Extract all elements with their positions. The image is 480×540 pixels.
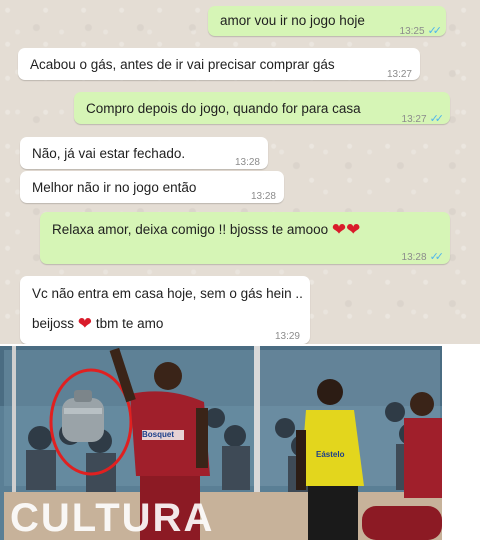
banner-text: CULTURA bbox=[10, 496, 215, 540]
message-bubble-incoming[interactable]: Vc não entra em casa hoje, sem o gás hei… bbox=[20, 276, 310, 344]
read-ticks-icon: ✓✓ bbox=[427, 25, 443, 37]
message-bubble-incoming[interactable]: Melhor não ir no jogo então 13:28 bbox=[20, 171, 284, 203]
message-timestamp: 13:27 bbox=[386, 69, 412, 80]
message-timestamp: 13:29 bbox=[274, 331, 300, 342]
message-text: Não, já vai estar fechado. bbox=[32, 146, 186, 161]
message-bubble-outgoing[interactable]: Compro depois do jogo, quando for para c… bbox=[74, 92, 450, 125]
message-timestamp: 13:28 bbox=[234, 157, 260, 168]
message-bubble-outgoing[interactable]: Relaxa amor, deixa comigo !! bjosss te a… bbox=[40, 212, 450, 264]
message-timestamp: 13:25 ✓✓ bbox=[399, 25, 443, 37]
message-text: Relaxa amor, deixa comigo !! bjosss te a… bbox=[52, 220, 361, 239]
message-timestamp: 13:28 bbox=[250, 191, 276, 202]
read-ticks-icon: ✓✓ bbox=[429, 251, 445, 263]
message-timestamp: 13:28 ✓✓ bbox=[401, 251, 445, 263]
chat-screenshot: amor vou ir no jogo hoje 13:25 ✓✓ Acabou … bbox=[0, 0, 480, 344]
message-text: Compro depois do jogo, quando for para c… bbox=[86, 101, 361, 116]
message-text: Melhor não ir no jogo então bbox=[32, 180, 197, 195]
message-bubble-incoming[interactable]: Acabou o gás, antes de ir vai precisar c… bbox=[18, 48, 420, 80]
jersey-sponsor-text: Bosquet bbox=[142, 430, 174, 439]
panel-post bbox=[254, 346, 260, 496]
message-bubble-incoming[interactable]: Não, já vai estar fechado. 13:28 bbox=[20, 137, 268, 169]
image-border bbox=[442, 346, 480, 540]
message-timestamp: 13:27 ✓✓ bbox=[401, 113, 445, 125]
message-text: Acabou o gás, antes de ir vai precisar c… bbox=[30, 57, 335, 72]
message-text: Vc não entra em casa hoje, sem o gás hei… bbox=[32, 286, 303, 301]
heart-emoji-icon: ❤❤ bbox=[331, 220, 361, 239]
match-photo: CULTURA Bosquet Eástelo bbox=[0, 346, 480, 540]
read-ticks-icon: ✓✓ bbox=[429, 113, 445, 125]
heart-emoji-icon: ❤ bbox=[77, 314, 93, 333]
referee-sponsor-text: Eástelo bbox=[316, 450, 345, 459]
panel-post bbox=[12, 346, 16, 496]
message-text: beijoss ❤ tbm te amo bbox=[32, 314, 164, 333]
message-bubble-outgoing[interactable]: amor vou ir no jogo hoje 13:25 ✓✓ bbox=[208, 6, 446, 37]
message-text: amor vou ir no jogo hoje bbox=[220, 13, 365, 28]
